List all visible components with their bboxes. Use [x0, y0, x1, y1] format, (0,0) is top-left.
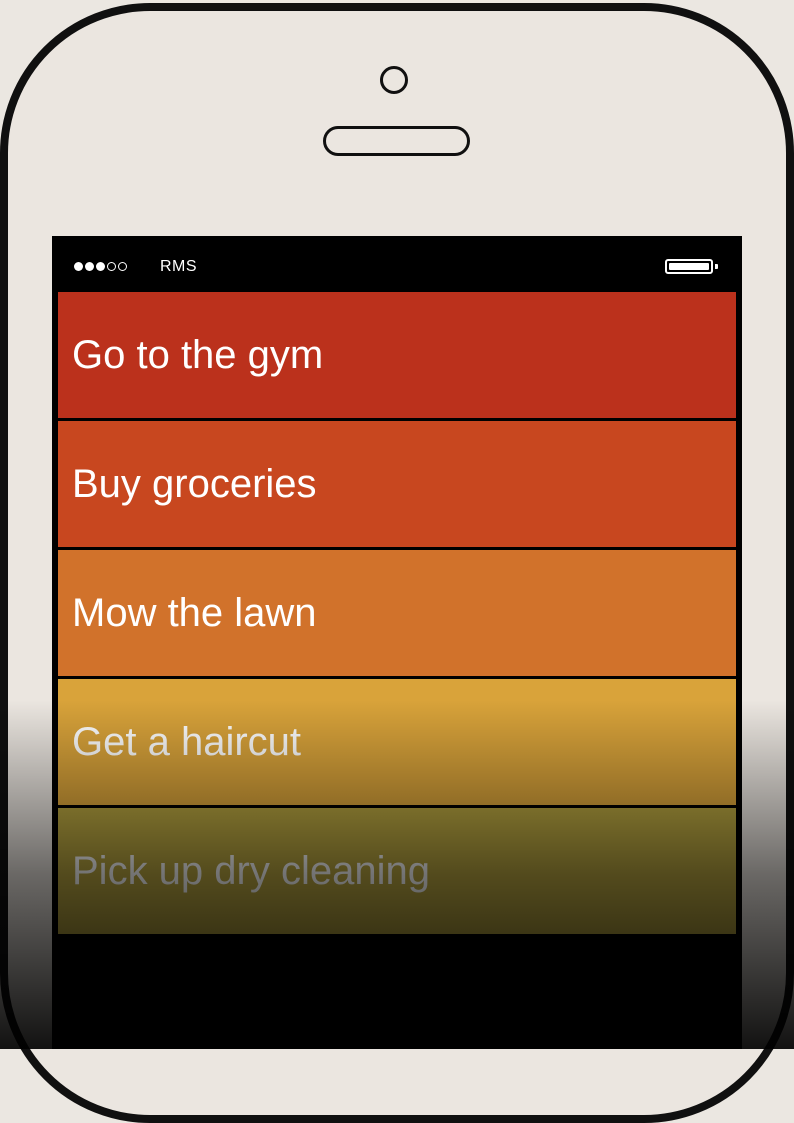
task-item[interactable]: Get a haircut [58, 679, 736, 805]
signal-strength-icon [74, 262, 127, 271]
task-label: Get a haircut [72, 720, 302, 764]
signal-dot [118, 262, 127, 271]
signal-dot [107, 262, 116, 271]
task-list: Go to the gym Buy groceries Mow the lawn… [58, 292, 736, 937]
task-item[interactable]: Go to the gym [58, 292, 736, 418]
signal-dot [74, 262, 83, 271]
task-label: Mow the lawn [72, 591, 317, 635]
battery-level [669, 263, 709, 270]
signal-dot [85, 262, 94, 271]
signal-dot [96, 262, 105, 271]
task-item[interactable]: Mow the lawn [58, 550, 736, 676]
battery-tip [715, 264, 718, 269]
status-bar: RMS [52, 236, 742, 292]
front-camera [380, 66, 408, 94]
task-item[interactable]: Buy groceries [58, 421, 736, 547]
earpiece-speaker [323, 126, 470, 156]
task-label: Pick up dry cleaning [72, 849, 430, 893]
task-item[interactable]: Pick up dry cleaning [58, 808, 736, 934]
task-label: Go to the gym [72, 333, 324, 377]
task-label: Buy groceries [72, 462, 317, 506]
carrier-name: RMS [160, 258, 198, 275]
battery-icon [665, 259, 713, 274]
phone-screen: RMS Go to the gym Buy groceries Mow the … [52, 236, 742, 1049]
